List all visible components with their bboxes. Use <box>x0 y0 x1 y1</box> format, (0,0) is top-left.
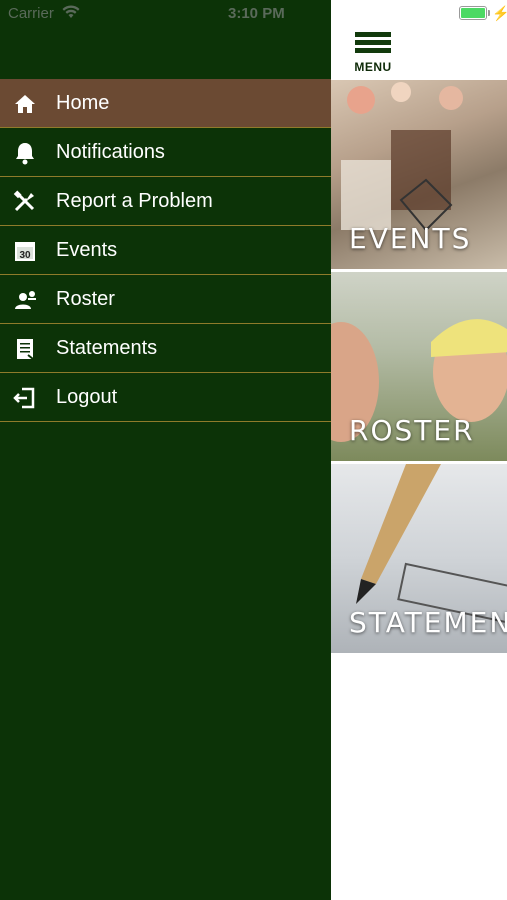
drawer-item-label: Events <box>56 238 118 261</box>
drawer-item-label: Roster <box>56 287 115 310</box>
tools-icon <box>12 189 38 215</box>
home-icon <box>12 91 38 117</box>
document-icon <box>12 336 38 362</box>
roster-tile-label: ROSTER <box>349 414 475 447</box>
battery-icon <box>459 6 487 20</box>
drawer-item-statements[interactable]: Statements <box>0 324 331 373</box>
hamburger-bar <box>355 40 391 45</box>
wifi-icon <box>62 5 80 24</box>
drawer-item-label: Statements <box>56 336 158 359</box>
roster-tile[interactable]: ROSTER <box>331 272 507 461</box>
hamburger-icon <box>355 32 391 37</box>
home-page: MENU EVENTS ROSTER STATEMEN <box>331 0 507 900</box>
drawer-item-logout[interactable]: Logout <box>0 373 331 422</box>
menu-button[interactable]: MENU <box>351 32 395 74</box>
hamburger-bar <box>355 48 391 53</box>
person-icon <box>12 287 38 313</box>
drawer-item-label: Logout <box>56 385 118 408</box>
events-tile[interactable]: EVENTS <box>331 80 507 269</box>
navigation-drawer: Home Notifications Report a Problem 30 E… <box>0 0 331 900</box>
carrier-name: Carrier <box>8 5 54 22</box>
logout-icon <box>12 385 38 411</box>
drawer-item-notifications[interactable]: Notifications <box>0 128 331 177</box>
drawer-menu-list: Home Notifications Report a Problem 30 E… <box>0 79 331 422</box>
events-tile-label: EVENTS <box>349 222 472 255</box>
bell-icon <box>12 140 38 166</box>
drawer-item-label: Report a Problem <box>56 189 213 212</box>
drawer-item-label: Home <box>56 91 110 114</box>
status-bar: Carrier 3:10 PM ⚡ <box>0 0 507 28</box>
calendar-icon: 30 <box>12 238 38 264</box>
drawer-item-report-a-problem[interactable]: Report a Problem <box>0 177 331 226</box>
menu-label: MENU <box>354 60 392 74</box>
drawer-item-label: Notifications <box>56 140 165 163</box>
drawer-item-roster[interactable]: Roster <box>0 275 331 324</box>
statements-tile[interactable]: STATEMEN <box>331 464 507 653</box>
svg-text:30: 30 <box>19 250 31 261</box>
charging-icon: ⚡ <box>492 5 507 21</box>
clock: 3:10 PM <box>228 5 285 22</box>
battery-cap <box>488 10 490 16</box>
drawer-item-home[interactable]: Home <box>0 79 331 128</box>
statements-tile-label: STATEMEN <box>349 606 507 639</box>
drawer-item-events[interactable]: 30 Events <box>0 226 331 275</box>
